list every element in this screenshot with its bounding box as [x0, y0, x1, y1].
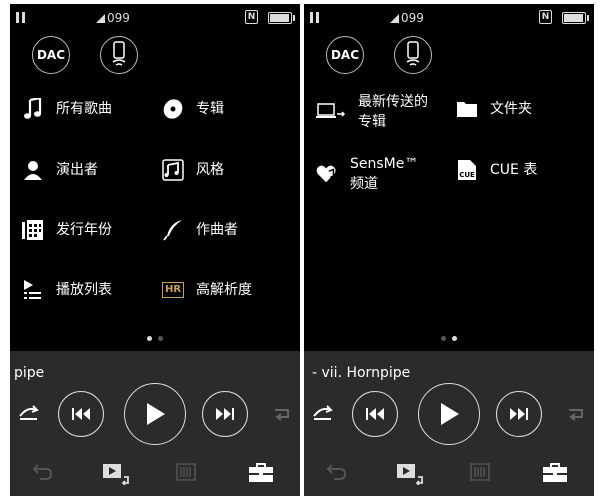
- mini-player: - vii. Hornpipe: [304, 351, 594, 496]
- folder-icon: [456, 98, 478, 120]
- music-note-icon: [22, 98, 44, 120]
- phone-connect-button[interactable]: [394, 36, 432, 74]
- signal-icon: [96, 13, 105, 23]
- play-button[interactable]: [418, 383, 480, 445]
- page-dot-1[interactable]: [441, 336, 446, 341]
- menu-label: 发行年份: [56, 222, 112, 238]
- menu-item-folder[interactable]: 文件夹: [456, 98, 532, 120]
- library-icon[interactable]: [176, 463, 196, 485]
- next-icon: [216, 408, 234, 420]
- previous-icon: [72, 408, 90, 420]
- phone-wireless-icon: [406, 41, 420, 66]
- status-bar: 099 N: [304, 4, 594, 30]
- menu-item-genre[interactable]: 风格: [162, 159, 224, 181]
- shuffle-icon[interactable]: [312, 404, 334, 426]
- signal-icon: [390, 13, 399, 23]
- screen-music-menu-page-2: 099 N DAC 最新传送的 专辑 文件夹 SensMe™ 频道 CUE CUE …: [304, 4, 594, 496]
- menu-label: 高解析度: [196, 282, 252, 298]
- previous-track-button[interactable]: [58, 391, 104, 437]
- screen-music-menu-page-1: 099 N DAC 所有歌曲 专辑 演出者 风格 发行年份 作曲者 播放列表 H…: [10, 4, 300, 496]
- next-icon: [510, 408, 528, 420]
- laptop-transfer-icon: [316, 101, 346, 123]
- back-icon[interactable]: [326, 463, 348, 485]
- next-track-button[interactable]: [496, 391, 542, 437]
- toolbox-options-icon[interactable]: [542, 463, 568, 487]
- menu-item-hi-res[interactable]: HR 高解析度: [161, 279, 252, 301]
- battery-icon: [562, 12, 589, 24]
- page-indicator: [10, 336, 300, 341]
- menu-item-cue-sheet[interactable]: CUE CUE 表: [456, 159, 537, 181]
- now-playing-screen-icon[interactable]: [102, 463, 132, 489]
- person-icon: [22, 159, 44, 181]
- library-icon[interactable]: [470, 463, 490, 485]
- quill-icon: [162, 219, 184, 241]
- svg-text:CUE: CUE: [459, 171, 475, 179]
- play-icon: [441, 403, 459, 425]
- mini-player: pipe: [10, 351, 300, 496]
- dac-button[interactable]: DAC: [326, 36, 364, 74]
- menu-label: 最新传送的 专辑: [358, 94, 428, 130]
- status-bar: 099 N: [10, 4, 300, 30]
- menu-item-composer[interactable]: 作曲者: [162, 219, 238, 241]
- menu-label: 文件夹: [490, 101, 532, 117]
- dac-label: DAC: [36, 48, 66, 62]
- pause-status-icon: [310, 12, 322, 24]
- back-icon[interactable]: [32, 463, 54, 485]
- playlist-icon: [22, 279, 44, 301]
- menu-label: 所有歌曲: [56, 101, 112, 117]
- now-playing-title[interactable]: - vii. Hornpipe: [312, 365, 410, 381]
- battery-icon: [268, 12, 295, 24]
- nfc-icon: N: [245, 10, 258, 24]
- disc-icon: [162, 98, 184, 120]
- now-playing-title[interactable]: pipe: [14, 365, 44, 381]
- play-button[interactable]: [124, 383, 186, 445]
- menu-label: 风格: [196, 162, 224, 178]
- dac-label: DAC: [330, 48, 360, 62]
- menu-label: CUE 表: [490, 162, 538, 178]
- nfc-icon: N: [539, 10, 552, 24]
- menu-item-all-songs[interactable]: 所有歌曲: [22, 98, 112, 120]
- page-dot-2[interactable]: [452, 336, 457, 341]
- dac-button[interactable]: DAC: [32, 36, 70, 74]
- menu-item-album[interactable]: 专辑: [162, 98, 224, 120]
- repeat-icon[interactable]: [566, 404, 586, 426]
- phone-wireless-icon: [112, 41, 126, 66]
- menu-label: 专辑: [196, 101, 224, 117]
- page-indicator: [304, 336, 594, 341]
- cue-sheet-icon: CUE: [456, 159, 478, 181]
- menu-item-release-year[interactable]: 发行年份: [22, 219, 112, 241]
- menu-label: 演出者: [56, 162, 98, 178]
- signal-indicator: 099: [390, 11, 424, 25]
- toolbox-options-icon[interactable]: [248, 463, 274, 487]
- hi-res-badge-icon: HR: [161, 279, 185, 301]
- previous-icon: [366, 408, 384, 420]
- menu-item-artist[interactable]: 演出者: [22, 159, 98, 181]
- sensme-heart-icon: [316, 163, 338, 185]
- bottom-toolbar: [10, 459, 300, 489]
- pause-status-icon: [16, 12, 28, 24]
- previous-track-button[interactable]: [352, 391, 398, 437]
- repeat-icon[interactable]: [272, 404, 292, 426]
- shuffle-icon[interactable]: [18, 404, 40, 426]
- menu-item-recently-transferred[interactable]: 最新传送的 专辑: [316, 92, 428, 132]
- genre-notes-icon: [162, 159, 184, 181]
- page-dot-1[interactable]: [147, 336, 152, 341]
- next-track-button[interactable]: [202, 391, 248, 437]
- menu-label: 作曲者: [196, 222, 238, 238]
- play-icon: [147, 403, 165, 425]
- menu-item-sensme[interactable]: SensMe™ 频道: [316, 154, 418, 194]
- calendar-grid-icon: [22, 219, 44, 241]
- signal-text: 099: [401, 11, 424, 25]
- phone-connect-button[interactable]: [100, 36, 138, 74]
- now-playing-screen-icon[interactable]: [396, 463, 426, 489]
- menu-label: SensMe™ 频道: [350, 156, 419, 192]
- page-dot-2[interactable]: [158, 336, 163, 341]
- signal-indicator: 099: [96, 11, 130, 25]
- menu-label: 播放列表: [56, 282, 112, 298]
- signal-text: 099: [107, 11, 130, 25]
- menu-item-playlist[interactable]: 播放列表: [22, 279, 112, 301]
- bottom-toolbar: [304, 459, 594, 489]
